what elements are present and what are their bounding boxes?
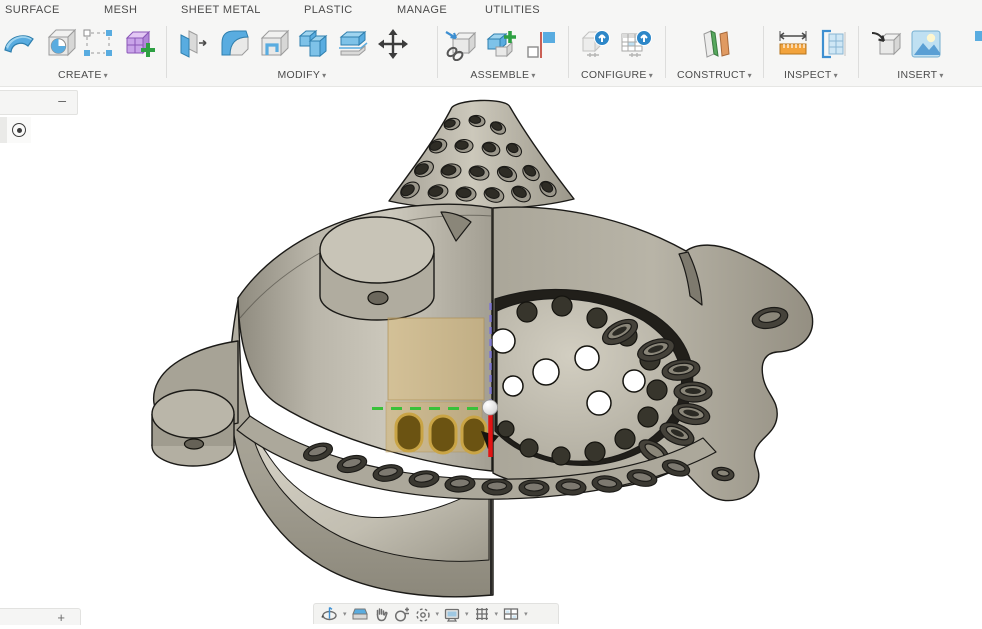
- group-configure: CONFIGURE▾: [569, 24, 665, 84]
- section-overlay[interactable]: [386, 318, 499, 453]
- group-construct: CONSTRUCT▾: [666, 24, 763, 84]
- move-icon[interactable]: [376, 27, 410, 61]
- modify-dropdown[interactable]: MODIFY▾: [167, 69, 437, 81]
- shell-icon[interactable]: [256, 27, 290, 61]
- inspect-dropdown[interactable]: INSPECT▾: [764, 69, 858, 81]
- group-insert: INSERT▾: [859, 24, 982, 84]
- model-top-boss[interactable]: [320, 217, 434, 320]
- assemble-dropdown[interactable]: ASSEMBLE▾: [438, 69, 568, 81]
- insert-link-icon[interactable]: [444, 27, 478, 61]
- chevron-down-icon: ▾: [939, 71, 943, 80]
- grid-icon[interactable]: [473, 605, 491, 623]
- tab-plastic[interactable]: PLASTIC: [304, 4, 353, 16]
- configuration-icon[interactable]: [579, 27, 613, 61]
- configure-dropdown[interactable]: CONFIGURE▾: [569, 69, 665, 81]
- expand-icon[interactable]: +: [57, 610, 65, 625]
- chevron-down-icon[interactable]: ▾: [436, 610, 440, 618]
- browser-dot-widget[interactable]: [0, 117, 31, 143]
- chevron-down-icon: ▾: [322, 71, 326, 80]
- look-at-icon[interactable]: [351, 605, 369, 623]
- circle-dot-icon: [12, 123, 26, 137]
- split-body-icon[interactable]: [336, 27, 370, 61]
- orbit-icon[interactable]: [321, 605, 339, 623]
- model-left-ear[interactable]: [152, 341, 238, 466]
- configuration-table-icon[interactable]: [619, 27, 653, 61]
- create-dropdown[interactable]: CREATE▾: [0, 69, 166, 81]
- chevron-down-icon: ▾: [748, 71, 752, 80]
- construct-dropdown[interactable]: CONSTRUCT▾: [666, 69, 763, 81]
- joint-flag-icon[interactable]: [524, 27, 558, 61]
- pan-icon[interactable]: [372, 605, 390, 623]
- chevron-down-icon: ▾: [834, 71, 838, 80]
- timeline-collapsed-bar[interactable]: +: [0, 608, 81, 625]
- viewports-icon[interactable]: [502, 605, 520, 623]
- derive-insert-icon[interactable]: [869, 27, 903, 61]
- tab-utilities[interactable]: UTILITIES: [485, 4, 540, 16]
- chevron-down-icon: ▾: [531, 71, 535, 80]
- tab-surface[interactable]: SURFACE: [5, 4, 60, 16]
- section-analysis-icon[interactable]: [816, 27, 850, 61]
- insert-dropdown[interactable]: INSERT▾: [859, 69, 982, 81]
- zoom-icon[interactable]: [393, 605, 411, 623]
- display-settings-icon[interactable]: [443, 605, 461, 623]
- pattern-icon[interactable]: [82, 27, 116, 61]
- tab-manage[interactable]: MANAGE: [397, 4, 447, 16]
- chevron-down-icon[interactable]: ▾: [524, 610, 528, 618]
- tab-mesh[interactable]: MESH: [104, 4, 137, 16]
- tab-sheet-metal[interactable]: SHEET METAL: [181, 4, 261, 16]
- view-navbar: ▾ ▾ ▾ ▾ ▾: [313, 603, 559, 624]
- create-form-icon[interactable]: [122, 27, 156, 61]
- chevron-down-icon[interactable]: ▾: [495, 610, 499, 618]
- group-inspect: INSPECT▾: [764, 24, 858, 84]
- combine-icon[interactable]: [296, 27, 330, 61]
- circle-dot-button[interactable]: [7, 117, 31, 143]
- fillet-icon[interactable]: [216, 27, 250, 61]
- clipped-edge-icon[interactable]: [975, 31, 982, 41]
- new-component-icon[interactable]: [484, 27, 518, 61]
- ribbon-header: SURFACE MESH SHEET METAL PLASTIC MANAGE …: [0, 0, 982, 87]
- browser-collapsed-bar[interactable]: –: [0, 90, 78, 115]
- construction-plane-icon[interactable]: [698, 27, 732, 61]
- chevron-down-icon: ▾: [649, 71, 653, 80]
- group-assemble: ASSEMBLE▾: [438, 24, 568, 84]
- chevron-down-icon[interactable]: ▾: [343, 610, 347, 618]
- highlighted-slots: [396, 414, 486, 453]
- model-canvas[interactable]: [0, 0, 982, 624]
- model-cone[interactable]: [389, 100, 574, 209]
- measure-icon[interactable]: [776, 27, 810, 61]
- chevron-down-icon: ▾: [104, 71, 108, 80]
- fit-icon[interactable]: [414, 605, 432, 623]
- section-box[interactable]: [388, 318, 484, 400]
- press-pull-icon[interactable]: [176, 27, 210, 61]
- group-modify: MODIFY▾: [167, 24, 437, 84]
- browser-strip: [0, 117, 7, 143]
- canvas-icon[interactable]: [909, 27, 943, 61]
- model-viewport[interactable]: [0, 0, 982, 624]
- surface-patch-icon[interactable]: [2, 27, 36, 61]
- manipulator-sphere[interactable]: [483, 400, 498, 415]
- boundary-fill-icon[interactable]: [42, 27, 76, 61]
- group-create: CREATE▾: [0, 24, 166, 84]
- minimize-icon[interactable]: –: [58, 92, 66, 108]
- chevron-down-icon[interactable]: ▾: [465, 610, 469, 618]
